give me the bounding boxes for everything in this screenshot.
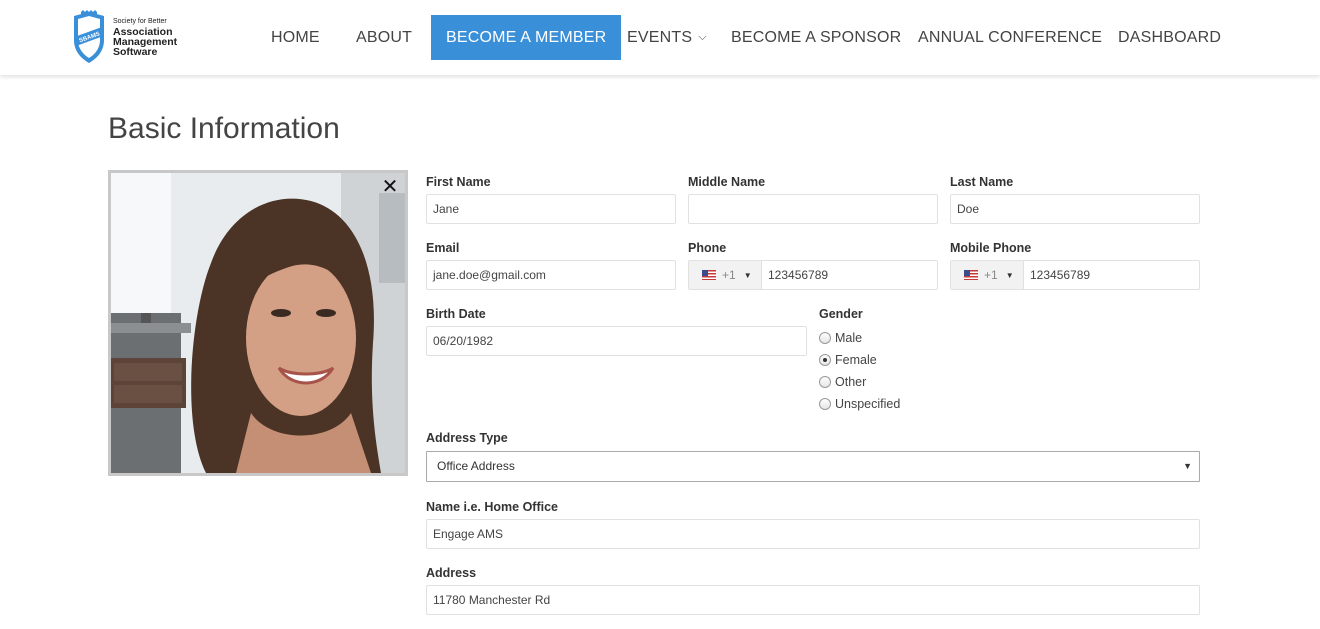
nav-annual-conference[interactable]: ANNUAL CONFERENCE: [918, 15, 1102, 60]
gender-label: Gender: [819, 307, 863, 321]
radio-selected-icon[interactable]: [819, 354, 831, 366]
nav-events[interactable]: EVENTS ⌵: [627, 15, 707, 60]
phone-field: +1 ▼ 123456789: [688, 260, 938, 290]
first-name-field[interactable]: Jane: [426, 194, 676, 224]
birth-date-field[interactable]: 06/20/1982: [426, 326, 807, 356]
us-flag-icon: [964, 270, 978, 280]
shield-logo-icon: SBAMS: [70, 10, 108, 64]
address-field[interactable]: 11780 Manchester Rd: [426, 585, 1200, 615]
phone-number-input[interactable]: 123456789: [762, 261, 937, 289]
nav-become-member[interactable]: BECOME A MEMBER: [431, 15, 622, 60]
chevron-down-icon: ⌵: [698, 31, 707, 43]
nav-home[interactable]: HOME: [271, 15, 320, 60]
mobile-phone-country-code: +1: [984, 268, 998, 282]
nav-become-sponsor[interactable]: BECOME A SPONSOR: [731, 15, 901, 60]
logo-text: Society for Better Association Managemen…: [113, 17, 177, 57]
first-name-label: First Name: [426, 175, 491, 189]
nav-dashboard[interactable]: DASHBOARD: [1118, 15, 1221, 60]
page-title: Basic Information: [108, 112, 340, 145]
last-name-label: Last Name: [950, 175, 1014, 189]
email-label: Email: [426, 241, 460, 255]
gender-option-label: Male: [835, 331, 863, 345]
profile-photo-frame: ✕: [108, 170, 408, 476]
address-name-label: Name i.e. Home Office: [426, 500, 558, 514]
radio-icon[interactable]: [819, 398, 831, 410]
gender-option-other[interactable]: Other: [819, 373, 866, 391]
address-type-select[interactable]: Office Address ▼: [426, 451, 1200, 482]
mobile-phone-number-input[interactable]: 123456789: [1024, 261, 1199, 289]
nav-about[interactable]: ABOUT: [356, 15, 412, 60]
birth-date-label: Birth Date: [426, 307, 486, 321]
us-flag-icon: [702, 270, 716, 280]
logo-line-3: Software: [113, 46, 158, 58]
gender-option-label: Female: [835, 353, 877, 367]
middle-name-field[interactable]: [688, 194, 938, 224]
phone-country-selector[interactable]: +1 ▼: [689, 261, 762, 289]
radio-icon[interactable]: [819, 376, 831, 388]
gender-option-unspecified[interactable]: Unspecified: [819, 395, 900, 413]
address-name-field[interactable]: Engage AMS: [426, 519, 1200, 549]
gender-option-male[interactable]: Male: [819, 329, 862, 347]
caret-down-icon: ▼: [1005, 270, 1014, 280]
email-field[interactable]: jane.doe@gmail.com: [426, 260, 676, 290]
site-logo[interactable]: SBAMS Society for Better Association Man…: [70, 8, 200, 66]
middle-name-label: Middle Name: [688, 175, 766, 189]
gender-option-female[interactable]: Female: [819, 351, 877, 369]
address-type-label: Address Type: [426, 431, 508, 445]
profile-photo[interactable]: [111, 173, 405, 473]
close-icon[interactable]: ✕: [380, 176, 400, 198]
phone-label: Phone: [688, 241, 727, 255]
mobile-phone-country-selector[interactable]: +1 ▼: [951, 261, 1024, 289]
address-label: Address: [426, 566, 477, 580]
gender-option-label: Unspecified: [835, 397, 901, 411]
caret-down-icon: ▼: [1183, 461, 1192, 471]
site-header: SBAMS Society for Better Association Man…: [0, 0, 1320, 75]
caret-down-icon: ▼: [743, 270, 752, 280]
nav-events-label: EVENTS: [627, 29, 693, 46]
phone-country-code: +1: [722, 268, 736, 282]
radio-icon[interactable]: [819, 332, 831, 344]
address-type-value: Office Address: [437, 459, 515, 473]
mobile-phone-label: Mobile Phone: [950, 241, 1032, 255]
mobile-phone-field: +1 ▼ 123456789: [950, 260, 1200, 290]
gender-option-label: Other: [835, 375, 867, 389]
last-name-field[interactable]: Doe: [950, 194, 1200, 224]
